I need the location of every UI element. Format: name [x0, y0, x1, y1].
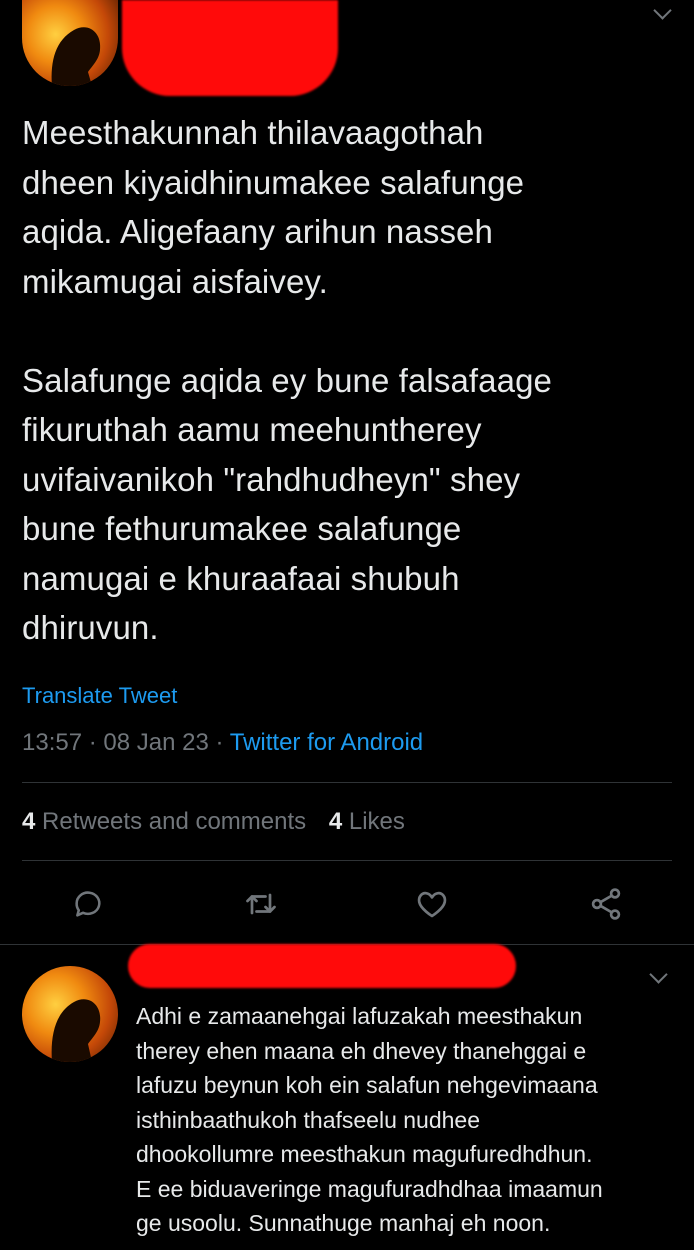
divider	[22, 860, 672, 861]
avatar-silhouette-icon	[51, 999, 101, 1062]
likes-count: 4	[328, 808, 343, 835]
retweets-stat[interactable]: 4 Retweets and comments	[22, 808, 313, 835]
like-button[interactable]	[412, 884, 452, 924]
more-options-chevron-down-icon[interactable]	[653, 1, 672, 20]
redacted-author-name	[122, 0, 338, 96]
retweet-icon	[246, 893, 276, 915]
tweet-time: 13:57	[22, 729, 83, 756]
tweet-text: Meesthakunnah thilavaagothah dheen kiyai…	[22, 114, 552, 646]
reply-text: Adhi e zamaanehgai lafuzakah meesthakun …	[136, 1003, 603, 1236]
meta-separator: ·	[215, 729, 224, 756]
heart-icon	[417, 891, 447, 918]
retweet-button[interactable]	[241, 884, 281, 924]
avatar-silhouette-icon	[51, 27, 101, 86]
translate-tweet-link[interactable]: Translate Tweet	[22, 683, 177, 709]
retweets-count: 4	[22, 808, 36, 835]
reply-author-avatar[interactable]	[22, 966, 118, 1062]
reply-button[interactable]	[68, 884, 108, 924]
share-button[interactable]	[586, 884, 626, 924]
retweets-label: Retweets and comments	[42, 808, 307, 835]
redacted-reply-author-name	[128, 944, 516, 988]
meta-separator: ·	[88, 729, 97, 756]
likes-stat[interactable]: 4 Likes	[329, 808, 405, 835]
comment-icon	[75, 891, 101, 917]
likes-label: Likes	[348, 808, 405, 835]
author-avatar[interactable]	[22, 0, 118, 86]
divider	[22, 782, 672, 783]
tweet-meta: 13:57 · 08 Jan 23 · Twitter for Android	[22, 729, 423, 757]
tweet-source-link[interactable]: Twitter for Android	[230, 729, 423, 756]
tweet-date: 08 Jan 23	[103, 729, 209, 756]
reply-more-options-chevron-down-icon[interactable]	[649, 965, 668, 984]
share-icon	[591, 888, 621, 920]
tweet-stats: 4 Retweets and comments 4 Likes	[22, 808, 405, 836]
